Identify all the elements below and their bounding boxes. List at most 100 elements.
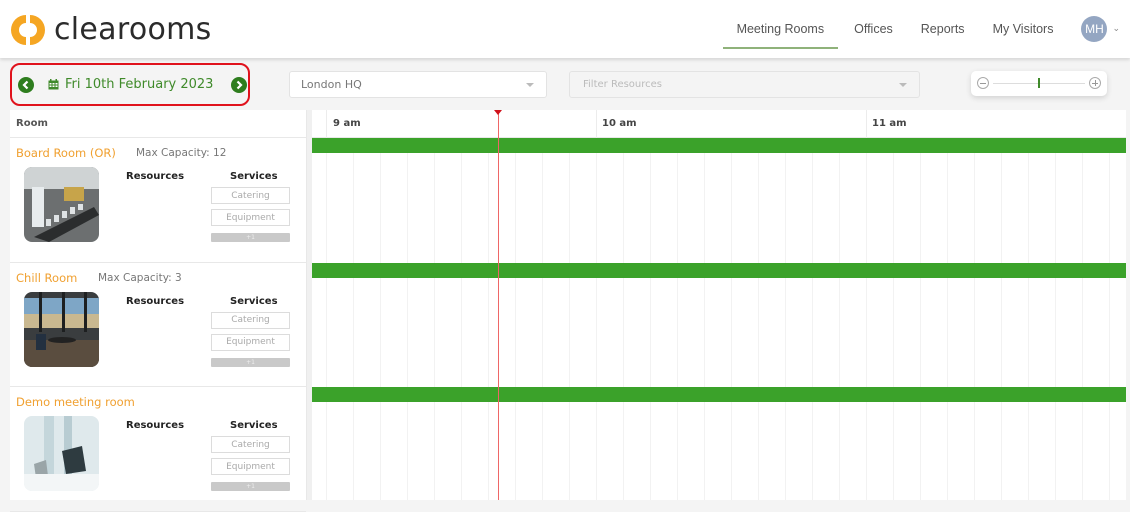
grid-line xyxy=(623,402,624,500)
location-value: London HQ xyxy=(301,78,362,91)
grid-line xyxy=(407,278,408,387)
hour-divider xyxy=(596,110,597,138)
grid-line xyxy=(1055,402,1056,500)
date-text: Fri 10th February 2023 xyxy=(65,77,214,92)
grid-line xyxy=(1055,278,1056,387)
timeline-zoom-slider xyxy=(971,71,1107,96)
nav-reports[interactable]: Reports xyxy=(907,0,979,58)
zoom-thumb[interactable] xyxy=(1038,78,1040,88)
room-capacity: Max Capacity: 12 xyxy=(136,147,227,159)
current-date[interactable]: Fri 10th February 2023 xyxy=(48,77,213,92)
grid-line xyxy=(326,402,327,500)
grid-line xyxy=(974,278,975,387)
filter-resources-select[interactable]: Filter Resources xyxy=(569,71,920,98)
room-name[interactable]: Chill Room xyxy=(16,271,77,285)
chevron-down-icon[interactable]: ⌄ xyxy=(1112,24,1120,34)
service-catering[interactable]: Catering xyxy=(211,311,290,329)
service-equipment[interactable]: Equipment xyxy=(211,333,290,351)
zoom-in-icon[interactable] xyxy=(1089,77,1101,89)
booking-bar[interactable] xyxy=(312,263,1126,278)
current-time-line xyxy=(498,110,499,500)
more-services-button[interactable]: +1 xyxy=(211,357,290,367)
grid-line xyxy=(569,278,570,387)
brand-name: clearooms xyxy=(54,12,212,47)
hour-divider xyxy=(326,110,327,138)
service-equipment[interactable]: Equipment xyxy=(211,458,290,475)
calendar-icon xyxy=(48,79,59,90)
grid-line xyxy=(974,402,975,500)
room-column-header: Room xyxy=(10,110,306,138)
more-services-button[interactable]: +1 xyxy=(211,482,290,491)
hour-label: 10 am xyxy=(602,118,637,129)
grid-line xyxy=(569,153,570,263)
grid-line xyxy=(461,153,462,263)
grid-line xyxy=(461,278,462,387)
grid-line xyxy=(677,278,678,387)
grid-line xyxy=(920,402,921,500)
timeline: 9 am 10 am 11 am xyxy=(312,110,1126,500)
resources-label: Resources xyxy=(126,420,185,431)
grid-line xyxy=(434,278,435,387)
room-row: Board Room (OR) Max Capacity: 12 Resourc… xyxy=(10,138,306,263)
grid-line xyxy=(758,402,759,500)
services-label: Services xyxy=(230,295,278,307)
grid-line xyxy=(731,278,732,387)
service-catering[interactable]: Catering xyxy=(211,187,290,204)
grid-line xyxy=(731,402,732,500)
services-label: Services xyxy=(230,171,278,182)
grid-line xyxy=(461,402,462,500)
grid-line xyxy=(434,402,435,500)
grid-line xyxy=(758,278,759,387)
grid-line xyxy=(812,153,813,263)
grid-line xyxy=(326,278,327,387)
grid-line xyxy=(353,278,354,387)
hour-label: 9 am xyxy=(333,118,361,129)
room-photo[interactable] xyxy=(24,416,99,491)
grid-line xyxy=(947,153,948,263)
date-navigator: Fri 10th February 2023 xyxy=(10,63,250,106)
previous-day-button[interactable] xyxy=(18,76,34,93)
next-day-button[interactable] xyxy=(231,76,248,93)
service-equipment[interactable]: Equipment xyxy=(211,209,290,226)
more-services-button[interactable]: +1 xyxy=(211,233,290,242)
booking-bar[interactable] xyxy=(312,387,1126,402)
room-name[interactable]: Board Room (OR) xyxy=(16,146,116,160)
nav-offices[interactable]: Offices xyxy=(840,0,907,58)
grid-line xyxy=(866,402,867,500)
grid-line xyxy=(407,402,408,500)
room-schedule: Room Board Room (OR) Max Capacity: 12 Re… xyxy=(10,110,1126,512)
zoom-out-icon[interactable] xyxy=(977,77,989,89)
current-time-marker-icon xyxy=(494,110,502,115)
brand-logo[interactable]: clearooms xyxy=(10,12,212,48)
grid-line xyxy=(947,402,948,500)
grid-line xyxy=(839,278,840,387)
hour-divider xyxy=(866,110,867,138)
room-photo[interactable] xyxy=(24,291,99,367)
grid-line xyxy=(1082,153,1083,263)
timeline-header: 9 am 10 am 11 am xyxy=(312,110,1126,138)
room-name[interactable]: Demo meeting room xyxy=(16,395,135,409)
grid-line xyxy=(1028,402,1029,500)
nav-my-visitors[interactable]: My Visitors xyxy=(979,0,1068,58)
grid-line xyxy=(893,153,894,263)
grid-line xyxy=(380,402,381,500)
grid-line xyxy=(785,153,786,263)
room-row: Chill Room Max Capacity: 3 Resources Ser… xyxy=(10,263,306,387)
filter-placeholder: Filter Resources xyxy=(583,79,663,90)
grid-line xyxy=(1082,402,1083,500)
location-select[interactable]: London HQ xyxy=(289,71,547,98)
grid-line xyxy=(785,402,786,500)
grid-line xyxy=(893,402,894,500)
main-nav: Meeting Rooms Offices Reports My Visitor… xyxy=(722,0,1130,58)
grid-line xyxy=(1001,278,1002,387)
booking-bar[interactable] xyxy=(312,138,1126,153)
nav-meeting-rooms[interactable]: Meeting Rooms xyxy=(722,0,839,58)
grid-line xyxy=(677,402,678,500)
grid-line xyxy=(1001,153,1002,263)
room-photo[interactable] xyxy=(24,167,99,242)
grid-line xyxy=(1109,402,1110,500)
user-avatar[interactable]: MH xyxy=(1081,16,1108,42)
grid-line xyxy=(488,278,489,387)
grid-line xyxy=(1109,153,1110,263)
service-catering[interactable]: Catering xyxy=(211,436,290,453)
